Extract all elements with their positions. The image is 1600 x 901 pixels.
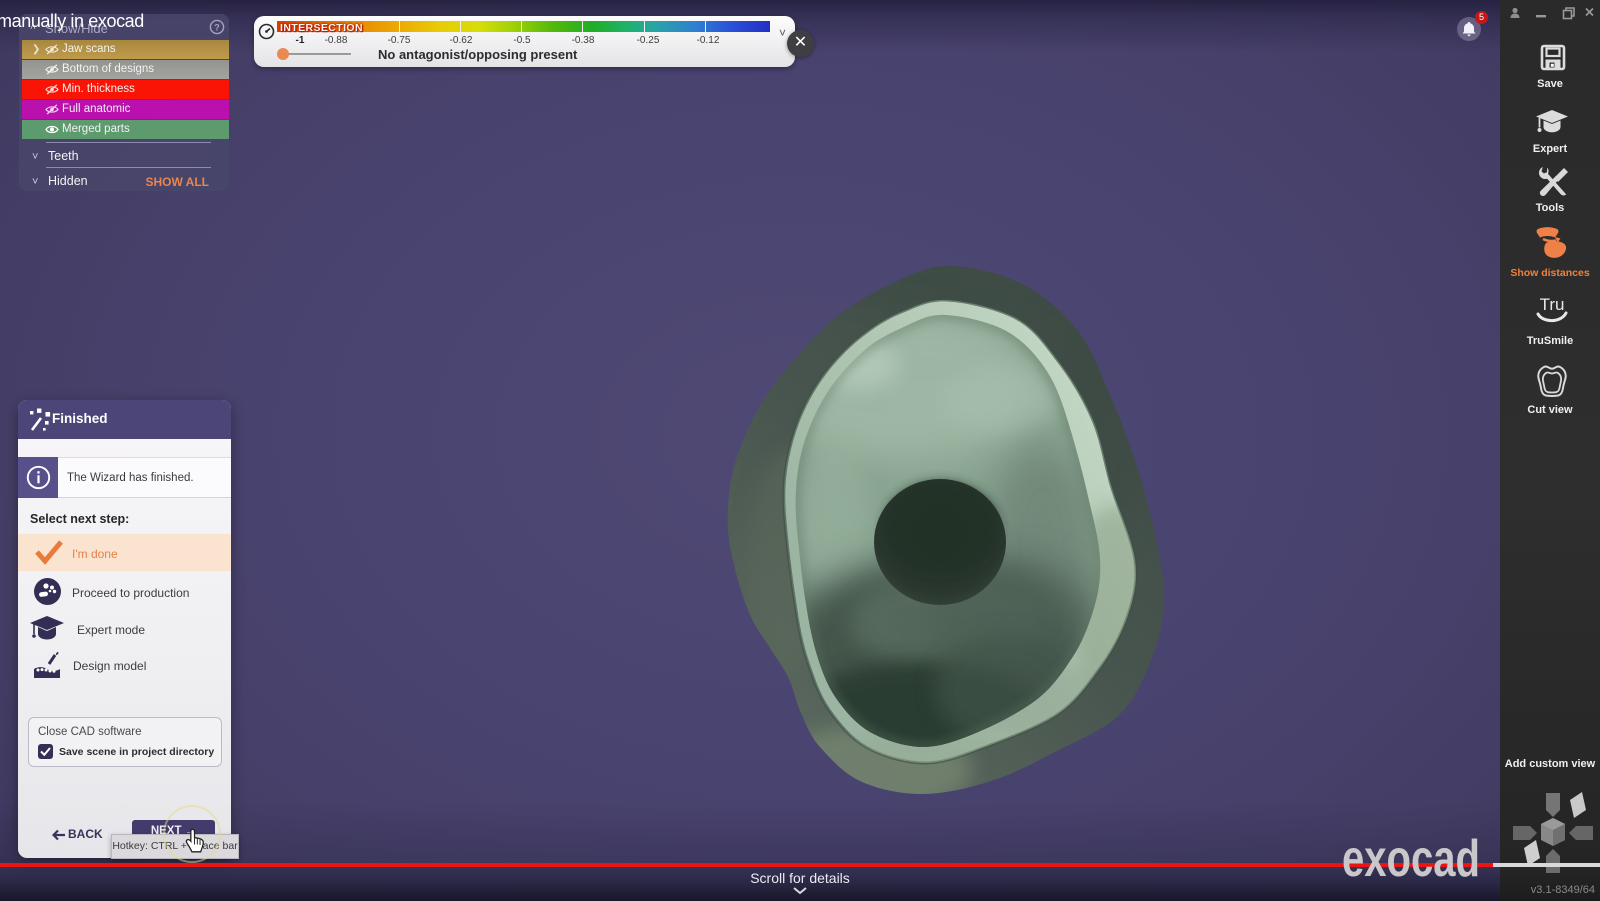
svg-text:Tru: Tru [1540, 295, 1565, 314]
svg-text:?: ? [214, 23, 220, 33]
